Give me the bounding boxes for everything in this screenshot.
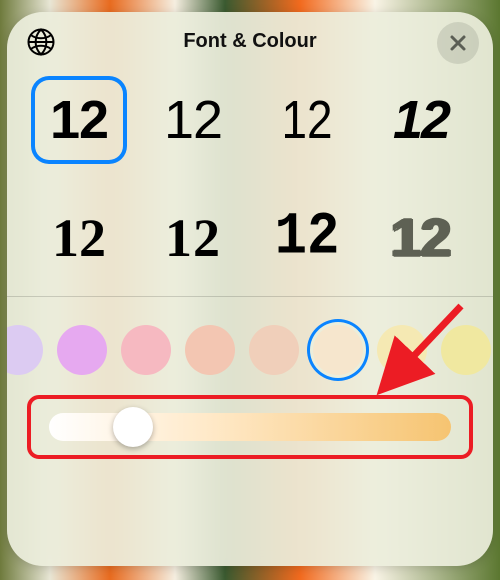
color-swatch-peach[interactable] bbox=[185, 325, 235, 375]
color-swatch-pink[interactable] bbox=[57, 325, 107, 375]
panel-title: Font & Colour bbox=[183, 30, 316, 53]
color-swatch-extra[interactable] bbox=[441, 325, 491, 375]
slider-track bbox=[49, 413, 451, 441]
slider-thumb[interactable] bbox=[113, 407, 153, 447]
tint-slider-highlight bbox=[27, 395, 473, 459]
color-swatch-cream[interactable] bbox=[313, 325, 363, 375]
close-button[interactable] bbox=[437, 22, 479, 64]
close-icon bbox=[449, 34, 467, 52]
font-sample: 12 bbox=[52, 211, 106, 265]
language-button[interactable] bbox=[21, 22, 61, 62]
panel-header: Font & Colour bbox=[7, 12, 493, 70]
font-colour-panel: Font & Colour 12 12 12 12 12 12 12 12 bbox=[7, 12, 493, 566]
font-sample: 12 bbox=[393, 93, 449, 147]
color-swatch-lavender[interactable] bbox=[7, 325, 43, 375]
font-sample: 12 bbox=[165, 211, 221, 265]
font-option-bold-italic[interactable]: 12 bbox=[373, 76, 469, 164]
font-grid: 12 12 12 12 12 12 12 12 bbox=[7, 70, 493, 296]
font-sample: 12 bbox=[275, 208, 340, 267]
font-option-slab[interactable]: 12 bbox=[145, 194, 241, 282]
globe-icon bbox=[26, 27, 56, 57]
color-swatch-rose[interactable] bbox=[121, 325, 171, 375]
font-option-outline[interactable]: 12 bbox=[373, 194, 469, 282]
font-option-mono[interactable]: 12 bbox=[259, 190, 355, 287]
font-option-rounded[interactable]: 12 bbox=[31, 76, 127, 164]
color-swatch-yellow[interactable] bbox=[377, 325, 427, 375]
font-sample: 12 bbox=[50, 93, 108, 147]
color-swatch-apricot[interactable] bbox=[249, 325, 299, 375]
font-sample: 12 bbox=[391, 211, 451, 265]
tint-slider[interactable] bbox=[41, 409, 459, 445]
font-sample: 12 bbox=[164, 93, 222, 147]
color-row bbox=[7, 297, 493, 389]
font-option-default[interactable]: 12 bbox=[145, 76, 241, 164]
font-sample: 12 bbox=[281, 93, 332, 147]
font-option-compact[interactable]: 12 bbox=[266, 76, 348, 164]
font-option-serif[interactable]: 12 bbox=[31, 194, 127, 282]
